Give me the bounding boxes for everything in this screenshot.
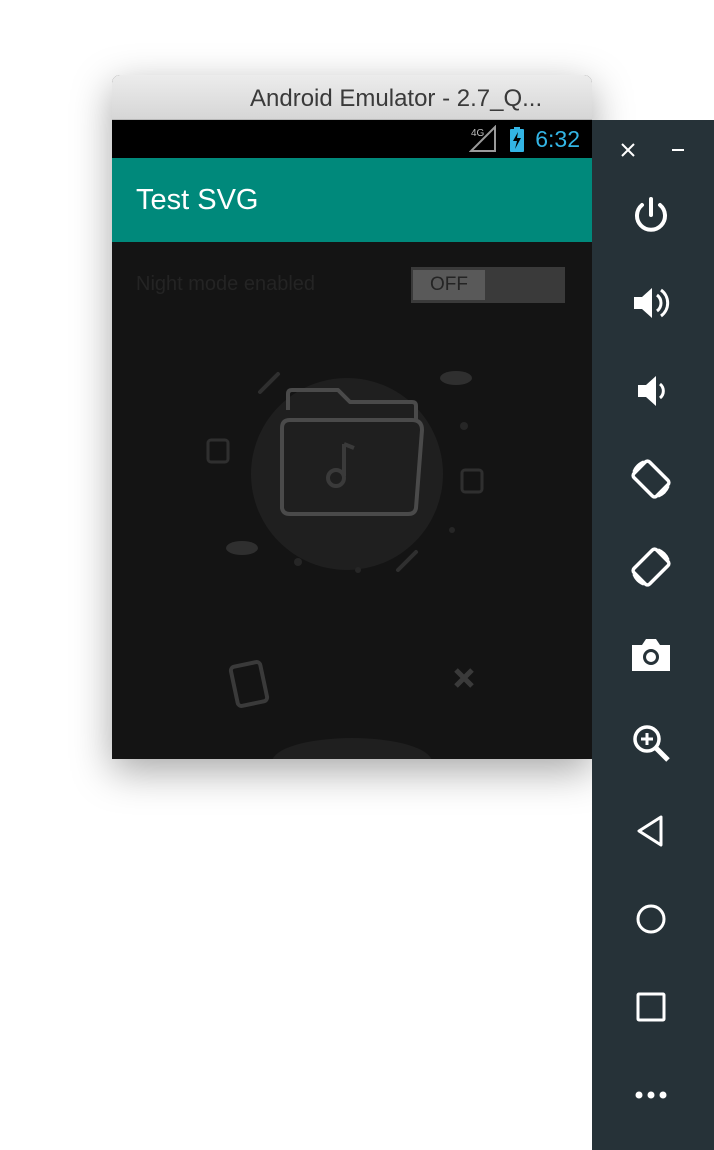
zoom-button[interactable]: [621, 713, 681, 773]
minimize-icon[interactable]: [670, 142, 686, 158]
emulator-toolbar: [592, 120, 714, 1150]
device-screen[interactable]: 4G 6:32 Test SVG Night mode enabled OFF: [112, 120, 592, 759]
status-time: 6:32: [535, 126, 580, 152]
zoom-icon: [633, 725, 670, 762]
back-icon: [637, 815, 663, 847]
signal-4g-icon: 4G: [469, 125, 496, 152]
night-mode-label: Night mode enabled: [136, 273, 316, 295]
svg-illustration: [206, 371, 484, 759]
status-bar: 4G 6:32: [112, 120, 592, 158]
volume-down-button[interactable]: [621, 361, 681, 421]
home-icon: [636, 904, 666, 934]
night-mode-toggle[interactable]: OFF: [411, 267, 565, 303]
app-bar: Test SVG: [112, 158, 592, 242]
overview-icon: [636, 992, 666, 1022]
overview-button[interactable]: [621, 977, 681, 1037]
rotate-left-button[interactable]: [621, 449, 681, 509]
volume-up-icon: [634, 288, 670, 318]
more-button[interactable]: [621, 1065, 681, 1125]
close-icon[interactable]: [620, 142, 636, 158]
svg-text:4G: 4G: [471, 128, 485, 139]
domino-icon: [228, 660, 270, 708]
camera-icon: [632, 639, 670, 671]
more-icon: [635, 1091, 667, 1099]
power-icon: [635, 197, 667, 232]
volume-up-button[interactable]: [621, 273, 681, 333]
rotate-right-button[interactable]: [621, 537, 681, 597]
home-button[interactable]: [621, 889, 681, 949]
camera-button[interactable]: [621, 625, 681, 685]
window-title: Android Emulator - 2.7_Q...: [250, 85, 543, 112]
rotate-right-icon: [631, 547, 671, 587]
volume-down-icon: [638, 376, 665, 406]
window-titlebar[interactable]: Android Emulator - 2.7_Q...: [112, 75, 592, 120]
app-title: Test SVG: [136, 184, 259, 216]
rotate-left-icon: [631, 459, 671, 499]
emulator-window: Android Emulator - 2.7_Q... 4G 6:32 Test…: [112, 75, 592, 759]
battery-charging-icon: [510, 127, 524, 152]
power-button[interactable]: [621, 186, 681, 246]
toggle-thumb: OFF: [413, 270, 485, 300]
x-mark-icon: [454, 668, 474, 688]
back-button[interactable]: [621, 801, 681, 861]
